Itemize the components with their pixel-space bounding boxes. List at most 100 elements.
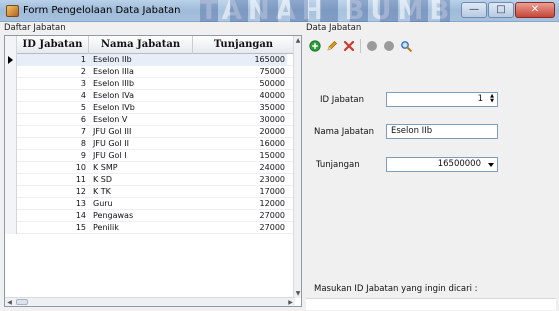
cell-id[interactable]: 8	[17, 138, 89, 150]
cell-tunjangan[interactable]: 23000	[193, 174, 287, 186]
table-row[interactable]: 8 JFU Gol II 16000	[5, 138, 295, 150]
row-header[interactable]	[5, 114, 17, 126]
cell-tunjangan[interactable]: 165000	[193, 54, 287, 66]
close-button[interactable]: ✕	[515, 2, 555, 18]
cell-tunjangan[interactable]: 27000	[193, 210, 287, 222]
chevron-down-icon[interactable]	[488, 163, 494, 167]
cell-nama[interactable]: JFU Gol III	[89, 126, 193, 138]
cell-tunjangan[interactable]: 40000	[193, 90, 287, 102]
minimize-button[interactable]: —	[461, 2, 487, 18]
save-button[interactable]	[365, 39, 379, 53]
cell-tunjangan[interactable]: 16000	[193, 138, 287, 150]
table-row[interactable]: 3 Eselon IIIb 50000	[5, 78, 295, 90]
cell-nama[interactable]: Pengawas	[89, 210, 193, 222]
table-row[interactable]: 10 K SMP 24000	[5, 162, 295, 174]
add-button[interactable]	[308, 39, 322, 53]
search-id-input[interactable]	[306, 298, 556, 310]
row-header[interactable]	[5, 150, 17, 162]
cell-nama[interactable]: K TK	[89, 186, 193, 198]
scroll-left-icon[interactable]: ◀	[5, 298, 14, 306]
table-row[interactable]: 1 Eselon IIb 165000	[5, 54, 295, 66]
id-jabatan-spinner[interactable]: 1 ▲ ▼	[386, 92, 498, 107]
cell-tunjangan[interactable]: 24000	[193, 162, 287, 174]
spin-down-icon[interactable]: ▼	[488, 99, 496, 104]
table-row[interactable]: 7 JFU Gol III 20000	[5, 126, 295, 138]
cell-nama[interactable]: Eselon IVb	[89, 102, 193, 114]
cell-id[interactable]: 2	[17, 66, 89, 78]
column-header-nama[interactable]: Nama Jabatan	[89, 36, 193, 54]
table-row[interactable]: 2 Eselon IIIa 75000	[5, 66, 295, 78]
row-header[interactable]	[5, 126, 17, 138]
edit-button[interactable]	[325, 39, 339, 53]
cancel-button[interactable]	[382, 39, 396, 53]
cell-nama[interactable]: Eselon V	[89, 114, 193, 126]
cell-id[interactable]: 5	[17, 102, 89, 114]
cell-id[interactable]: 13	[17, 198, 89, 210]
cell-tunjangan[interactable]: 20000	[193, 126, 287, 138]
cell-nama[interactable]: JFU Gol II	[89, 138, 193, 150]
cell-tunjangan[interactable]: 35000	[193, 102, 287, 114]
row-header[interactable]	[5, 102, 17, 114]
title-bar[interactable]: Form Pengelolaan Data Jabatan TANAH BUMB…	[0, 0, 559, 22]
hscroll-thumb[interactable]	[16, 299, 28, 305]
delete-button[interactable]	[342, 39, 356, 53]
table-row[interactable]: 12 K TK 17000	[5, 186, 295, 198]
cell-id[interactable]: 9	[17, 150, 89, 162]
row-header[interactable]	[5, 162, 17, 174]
row-header[interactable]	[5, 198, 17, 210]
scroll-thumb[interactable]	[295, 76, 301, 106]
cell-tunjangan[interactable]: 12000	[193, 198, 287, 210]
table-row[interactable]: 15 Penilik 27000	[5, 222, 295, 234]
cell-tunjangan[interactable]: 17000	[193, 186, 287, 198]
column-header-tunjangan[interactable]: Tunjangan	[193, 36, 295, 54]
vertical-scrollbar[interactable]: ▲ ▼	[293, 36, 301, 298]
table-row[interactable]: 13 Guru 12000	[5, 198, 295, 210]
row-header[interactable]	[5, 138, 17, 150]
spinner-arrows-icon[interactable]: ▲ ▼	[488, 94, 496, 105]
cell-tunjangan[interactable]: 30000	[193, 114, 287, 126]
cell-nama[interactable]: Eselon IVa	[89, 90, 193, 102]
table-row[interactable]: 4 Eselon IVa 40000	[5, 90, 295, 102]
cell-id[interactable]: 10	[17, 162, 89, 174]
cell-tunjangan[interactable]: 50000	[193, 78, 287, 90]
jabatan-table[interactable]: ID Jabatan Nama Jabatan Tunjangan 1 Eselo…	[4, 35, 302, 307]
cell-nama[interactable]: Eselon IIIb	[89, 78, 193, 90]
maximize-button[interactable]: □	[488, 2, 514, 18]
search-button[interactable]	[399, 39, 413, 53]
scroll-down-icon[interactable]: ▼	[294, 289, 301, 298]
table-row[interactable]: 6 Eselon V 30000	[5, 114, 295, 126]
cell-nama[interactable]: Eselon IIIa	[89, 66, 193, 78]
cell-nama[interactable]: K SD	[89, 174, 193, 186]
row-header[interactable]	[5, 210, 17, 222]
cell-id[interactable]: 7	[17, 126, 89, 138]
cell-id[interactable]: 4	[17, 90, 89, 102]
cell-nama[interactable]: Eselon IIb	[89, 54, 193, 66]
row-header[interactable]	[5, 174, 17, 186]
row-header[interactable]	[5, 90, 17, 102]
cell-nama[interactable]: Guru	[89, 198, 193, 210]
cell-id[interactable]: 11	[17, 174, 89, 186]
nama-jabatan-input[interactable]: Eselon IIb	[386, 124, 498, 139]
cell-id[interactable]: 14	[17, 210, 89, 222]
tunjangan-dropdown[interactable]: 16500000	[386, 157, 498, 172]
cell-nama[interactable]: K SMP	[89, 162, 193, 174]
row-header[interactable]	[5, 78, 17, 90]
row-header[interactable]	[5, 186, 17, 198]
table-row[interactable]: 5 Eselon IVb 35000	[5, 102, 295, 114]
column-header-id[interactable]: ID Jabatan	[17, 36, 89, 54]
cell-id[interactable]: 12	[17, 186, 89, 198]
row-header[interactable]	[5, 54, 17, 66]
cell-tunjangan[interactable]: 75000	[193, 66, 287, 78]
table-row[interactable]: 9 JFU Gol I 15000	[5, 150, 295, 162]
cell-tunjangan[interactable]: 27000	[193, 222, 287, 234]
cell-id[interactable]: 15	[17, 222, 89, 234]
row-header[interactable]	[5, 222, 17, 234]
scroll-right-icon[interactable]: ▶	[286, 298, 295, 306]
cell-id[interactable]: 1	[17, 54, 89, 66]
cell-nama[interactable]: Penilik	[89, 222, 193, 234]
table-row[interactable]: 11 K SD 23000	[5, 174, 295, 186]
table-row[interactable]: 14 Pengawas 27000	[5, 210, 295, 222]
row-header[interactable]	[5, 66, 17, 78]
cell-tunjangan[interactable]: 15000	[193, 150, 287, 162]
cell-nama[interactable]: JFU Gol I	[89, 150, 193, 162]
